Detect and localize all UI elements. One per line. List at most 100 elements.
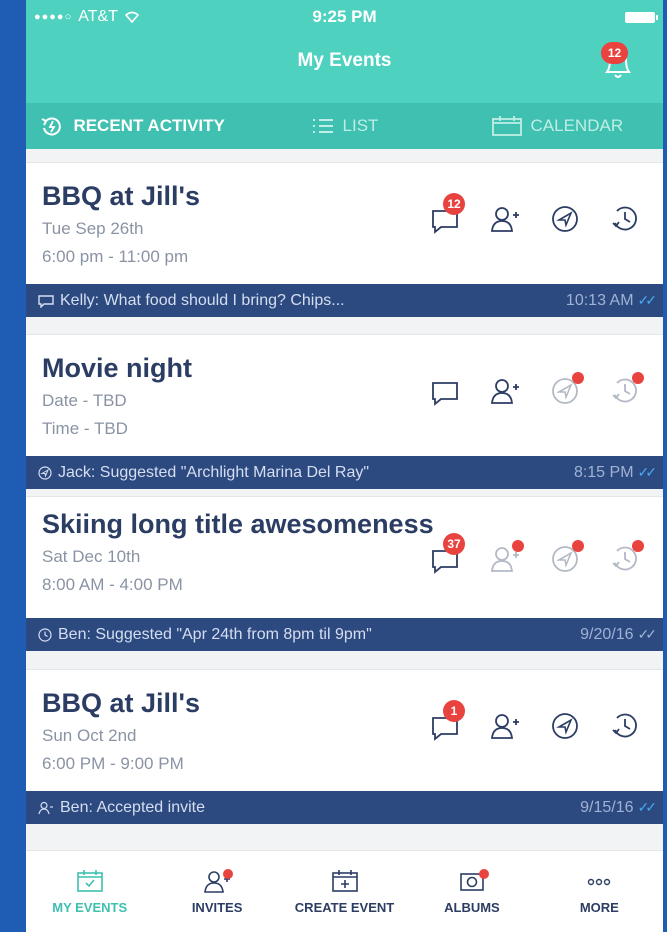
activity-text: Ben: Suggested "Apr 24th from 8pm til 9p… [58, 625, 372, 643]
event-time: 6:00 pm - 11:00 pm [42, 247, 189, 266]
invite-button[interactable] [489, 203, 521, 235]
chat-button[interactable]: 37 [429, 533, 465, 575]
activity-message: Ben: Accepted invite [38, 799, 205, 817]
event-title: Skiing long title awesomeness [42, 509, 434, 539]
read-check-icon: ✓✓ [637, 464, 658, 480]
invite-button[interactable] [489, 375, 521, 407]
alert-dot [512, 540, 524, 552]
event-title: BBQ at Jill's [42, 181, 200, 211]
read-check-icon: ✓✓ [637, 292, 658, 308]
location-button[interactable] [549, 540, 584, 575]
activity-message: Kelly: What food should I bring? Chips..… [38, 292, 345, 310]
chat-icon [38, 294, 54, 308]
user-icon [38, 801, 53, 814]
status-bar: ●●●●○ AT&T 9:25 PM [26, 0, 663, 34]
event-title: Movie night [42, 353, 192, 383]
location-button[interactable] [549, 372, 584, 407]
nav-my-events[interactable]: MY EVENTS [26, 851, 153, 932]
tab-calendar[interactable]: CALENDAR [451, 115, 663, 137]
chat-button[interactable]: 1 [429, 700, 465, 742]
event-time: Time - TBD [42, 419, 128, 438]
event-card[interactable]: Movie night Date - TBD Time - TBD [26, 334, 663, 456]
event-date: Sat Dec 10th [42, 547, 141, 566]
time-button[interactable] [609, 372, 644, 407]
nav-more[interactable]: MORE [536, 851, 663, 932]
alert-dot [572, 540, 584, 552]
event-time: 6:00 PM - 9:00 PM [42, 754, 184, 773]
event-date: Sun Oct 2nd [42, 726, 137, 745]
activity-message: Ben: Suggested "Apr 24th from 8pm til 9p… [38, 626, 372, 644]
event-date: Date - TBD [42, 391, 127, 410]
location-button[interactable] [549, 203, 581, 235]
alert-dot [572, 372, 584, 384]
time-button[interactable] [609, 203, 641, 235]
add-user-icon [491, 714, 519, 739]
chat-badge: 37 [443, 533, 465, 555]
tab-label: LIST [342, 116, 379, 135]
more-icon [588, 878, 611, 886]
alert-dot [478, 869, 489, 879]
chat-button[interactable] [429, 375, 461, 407]
time-button[interactable] [609, 540, 644, 575]
activity-time: 9/20/16 [580, 625, 634, 643]
event-card[interactable]: BBQ at Jill's Sun Oct 2nd 6:00 PM - 9:00… [26, 669, 663, 791]
divider [26, 317, 663, 334]
event-date: Tue Sep 26th [42, 219, 144, 238]
calendar-check-icon [76, 870, 103, 892]
location-icon [552, 713, 578, 739]
activity-text: Jack: Suggested "Archlight Marina Del Ra… [58, 463, 370, 481]
nav-create-event[interactable]: CREATE EVENT [281, 851, 408, 932]
location-button[interactable] [549, 710, 581, 742]
status-time: 9:25 PM [312, 7, 377, 26]
activity-bar[interactable]: Jack: Suggested "Archlight Marina Del Ra… [26, 456, 663, 489]
activity-bar[interactable]: Ben: Suggested "Apr 24th from 8pm til 9p… [26, 618, 663, 651]
invite-button[interactable] [489, 540, 524, 575]
nav-label: MY EVENTS [52, 900, 128, 915]
activity-time-wrap: 10:13 AM ✓✓ [566, 292, 658, 310]
tab-recent-activity[interactable]: RECENT ACTIVITY [26, 115, 238, 137]
bottom-nav: MY EVENTS INVITES CREATE EVENT ALBUMS MO… [26, 850, 663, 932]
location-icon [552, 206, 578, 232]
notification-badge: 12 [601, 42, 628, 64]
invite-button[interactable] [489, 710, 521, 742]
tab-list[interactable]: LIST [238, 116, 450, 136]
chat-badge: 12 [443, 193, 465, 215]
activity-time-wrap: 8:15 PM ✓✓ [574, 464, 658, 482]
tab-label: RECENT ACTIVITY [73, 116, 225, 135]
divider [26, 489, 663, 496]
activity-bar[interactable]: Ben: Accepted invite 9/15/16 ✓✓ [26, 791, 663, 824]
add-user-icon [491, 207, 519, 232]
nav-label: ALBUMS [444, 900, 500, 915]
nav-albums[interactable]: ALBUMS [408, 851, 535, 932]
activity-time-wrap: 9/20/16 ✓✓ [580, 625, 658, 644]
activity-time: 9/15/16 [580, 798, 634, 816]
clock-icon [612, 206, 637, 231]
event-actions [429, 372, 644, 407]
activity-bar[interactable]: Kelly: What food should I bring? Chips..… [26, 284, 663, 317]
recent-activity-icon [41, 117, 62, 136]
location-icon [38, 465, 52, 480]
event-title: BBQ at Jill's [42, 688, 200, 718]
event-actions: 37 [429, 533, 644, 575]
read-check-icon: ✓✓ [637, 799, 658, 815]
app-header: ●●●●○ AT&T 9:25 PM My Events 12 [26, 0, 663, 103]
event-card[interactable]: BBQ at Jill's Tue Sep 26th 6:00 pm - 11:… [26, 162, 663, 284]
nav-label: MORE [579, 900, 619, 915]
read-check-icon: ✓✓ [637, 626, 658, 642]
nav-label: INVITES [191, 900, 243, 915]
nav-label: CREATE EVENT [294, 900, 395, 915]
event-actions: 1 [429, 700, 641, 742]
chat-badge: 1 [443, 700, 465, 722]
activity-text: Ben: Accepted invite [60, 798, 205, 816]
divider [26, 651, 663, 669]
time-button[interactable] [609, 710, 641, 742]
chat-button[interactable]: 12 [429, 193, 465, 235]
phone-screen: ●●●●○ AT&T 9:25 PM My Events 12 RECENT A… [26, 0, 663, 932]
add-user-icon [491, 379, 519, 404]
event-card[interactable]: Skiing long title awesomeness Sat Dec 10… [26, 496, 663, 618]
tab-label: CALENDAR [530, 116, 624, 135]
nav-invites[interactable]: INVITES [153, 851, 280, 932]
view-tabs: RECENT ACTIVITY LIST CALENDAR [26, 103, 663, 149]
calendar-icon [491, 116, 522, 136]
event-list: BBQ at Jill's Tue Sep 26th 6:00 pm - 11:… [26, 162, 663, 824]
